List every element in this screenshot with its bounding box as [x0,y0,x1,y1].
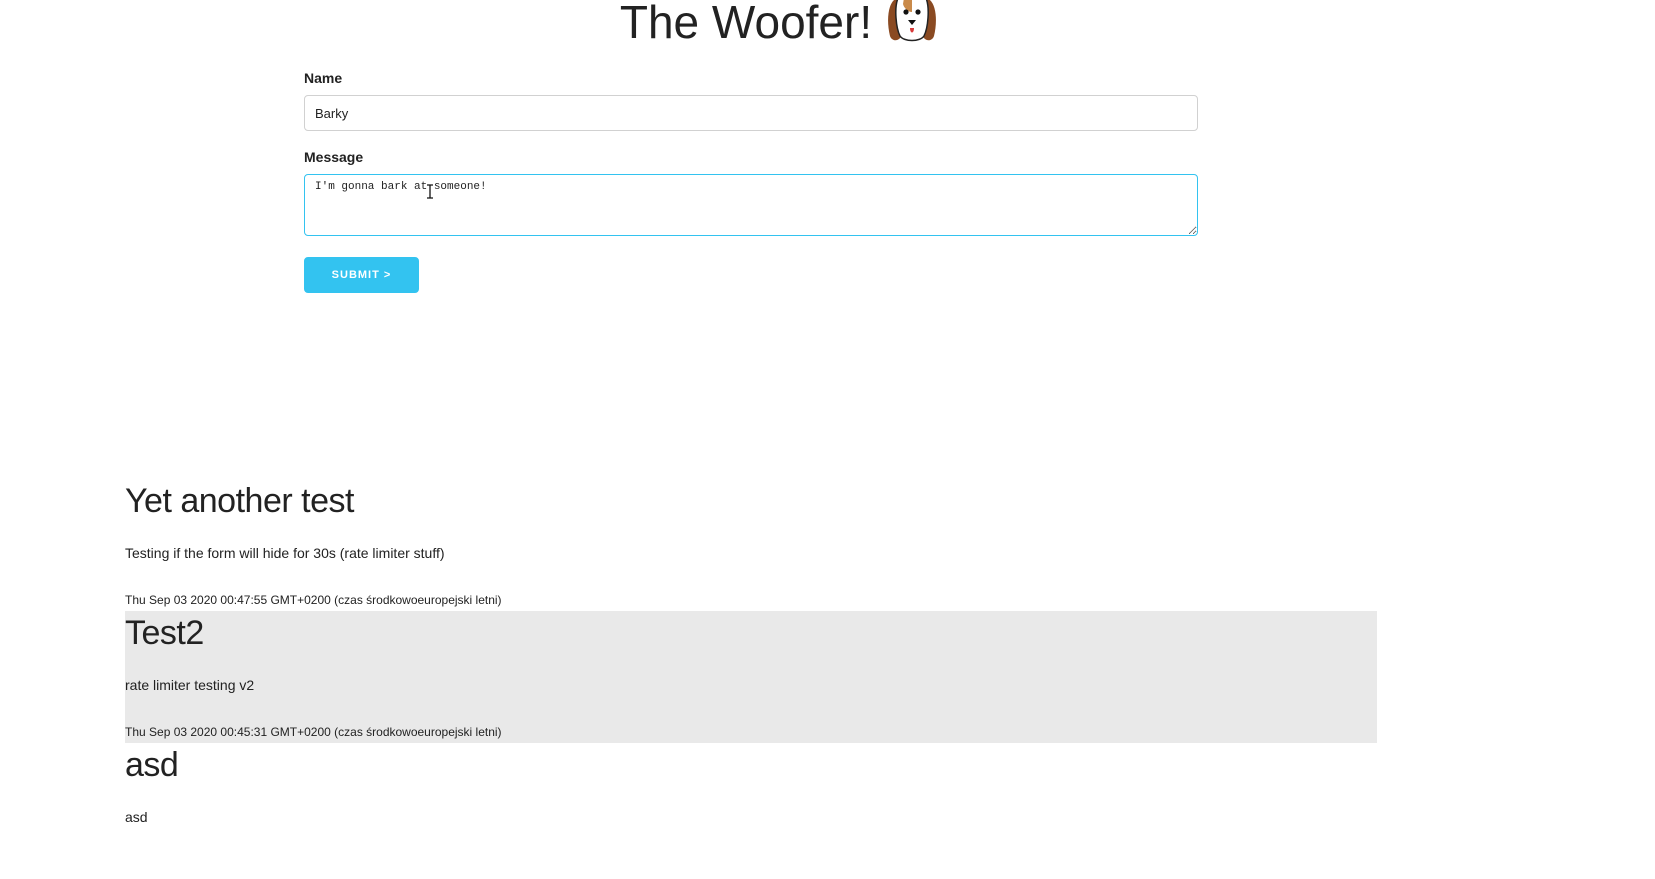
post-body: asd [125,809,148,825]
site-title-text: The Woofer! [619,0,873,48]
post-body: rate limiter testing v2 [125,677,255,693]
post-title: asd [125,746,179,784]
submit-button[interactable]: SUBMIT > [304,257,419,293]
post-list: Yet another test Testing if the form wil… [125,479,1377,875]
page: The Woofer! Name Message I'm gonna bark … [0,0,1655,879]
post-title: Test2 [125,614,204,652]
page-title: The Woofer! [0,0,1560,53]
post-item: asd asd [125,743,1377,875]
post-body: Testing if the form will hide for 30s (r… [125,545,445,561]
message-textarea[interactable]: I'm gonna bark at someone! [304,174,1198,236]
post-date: Thu Sep 03 2020 00:45:31 GMT+0200 (czas … [125,725,502,739]
bark-form: Name Message I'm gonna bark at someone! … [304,66,1198,293]
text-cursor-icon [427,184,433,199]
message-label: Message [304,149,364,165]
post-title: Yet another test [125,482,354,520]
post-item: Yet another test Testing if the form wil… [125,479,1377,611]
post-item: Test2 rate limiter testing v2 Thu Sep 03… [125,611,1377,743]
post-date: Thu Sep 03 2020 00:47:55 GMT+0200 (czas … [125,593,502,607]
name-label: Name [304,70,343,86]
name-input[interactable] [304,95,1198,131]
dog-face-icon [884,0,940,44]
